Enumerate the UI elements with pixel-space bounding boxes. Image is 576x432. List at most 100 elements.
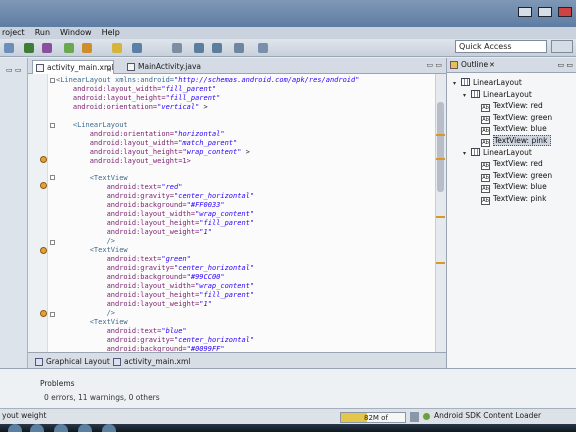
outline-item[interactable]: Ab TextView: pink (473, 135, 552, 147)
code-line[interactable]: android:background="#FF0033" (56, 201, 422, 210)
background-job[interactable]: Android SDK Content Loader (422, 411, 541, 420)
warning-marker[interactable] (436, 216, 445, 218)
warning-icon[interactable] (40, 182, 47, 189)
code-line[interactable] (56, 112, 422, 121)
taskbar-app-icon[interactable] (54, 424, 68, 432)
outline-item[interactable]: Ab TextView: blue (473, 181, 547, 194)
code-line[interactable]: android:orientation="vertical" > (56, 103, 422, 112)
code-line[interactable]: android:layout_width="match_parent" (56, 139, 422, 148)
code-line[interactable] (56, 166, 422, 175)
build-icon[interactable] (132, 43, 142, 53)
scrollbar-thumb[interactable] (437, 102, 444, 192)
android-icon[interactable] (64, 43, 74, 53)
warning-marker[interactable] (436, 158, 445, 160)
run-icon[interactable] (24, 43, 34, 53)
code-line[interactable]: android:background="#0099FF" (56, 345, 422, 352)
debug-icon[interactable] (42, 43, 52, 53)
close-tab-icon[interactable]: ✕ (489, 58, 495, 72)
warning-icon[interactable] (40, 156, 47, 163)
outline-item[interactable]: Ab TextView: green (473, 170, 552, 182)
code-line[interactable]: android:layout_height="wrap_content" > (56, 148, 422, 157)
code-line[interactable]: android:layout_width="wrap_content" (56, 282, 422, 291)
fold-icon[interactable] (50, 240, 55, 245)
code-line[interactable]: android:layout_height="fill_parent" (56, 291, 422, 300)
tab-problems[interactable]: Problems (40, 379, 75, 388)
expand-icon[interactable]: ▾ (463, 148, 471, 159)
code-line[interactable]: android:gravity="center_horizontal" (56, 264, 422, 273)
pin-icon[interactable] (258, 43, 268, 53)
code-line[interactable]: android:text="green" (56, 255, 422, 264)
outline-item[interactable]: Ab TextView: blue (473, 123, 547, 136)
outline-item[interactable]: Ab TextView: red (473, 100, 543, 113)
code-line[interactable]: android:layout_width="wrap_content" (56, 210, 422, 219)
xml-editor[interactable]: <LinearLayout xmlns:android="http://sche… (28, 74, 446, 352)
editor-window-controls[interactable]: ▭ ▭ (427, 61, 442, 69)
menu-window[interactable]: Window (60, 27, 92, 39)
expand-icon[interactable]: ▾ (453, 78, 461, 89)
fold-icon[interactable] (50, 78, 55, 83)
warning-icon[interactable] (40, 310, 47, 317)
code-line[interactable]: <LinearLayout xmlns:android="http://sche… (56, 76, 422, 85)
search-icon[interactable] (112, 43, 122, 53)
outline-item[interactable]: ▾ LinearLayout (463, 147, 532, 158)
memory-indicator[interactable]: 82M of 206M (340, 412, 406, 432)
code-line[interactable]: android:background="#99CC00" (56, 273, 422, 282)
code-line[interactable]: android:text="red" (56, 183, 422, 192)
warning-marker[interactable] (436, 262, 445, 264)
start-icon[interactable] (8, 424, 22, 432)
warning-icon[interactable] (40, 247, 47, 254)
code-line[interactable]: android:layout_weight="1" (56, 300, 422, 309)
maximize-icon[interactable] (538, 7, 552, 17)
quick-access-input[interactable]: Quick Access (455, 40, 547, 53)
minimize-icon[interactable] (518, 7, 532, 17)
menu-help[interactable]: Help (102, 27, 120, 39)
taskbar-app-icon[interactable] (30, 424, 44, 432)
forward-icon[interactable] (212, 43, 222, 53)
fold-icon[interactable] (50, 123, 55, 128)
outline-item[interactable]: Ab TextView: red (473, 158, 543, 171)
code-line[interactable]: /> (56, 237, 422, 246)
perspective-button[interactable] (551, 40, 573, 53)
new-icon[interactable] (4, 43, 14, 53)
editor-scrollbar[interactable] (435, 74, 446, 352)
view-controls[interactable]: ▭ ▭ (558, 58, 573, 72)
trash-icon[interactable] (410, 412, 419, 422)
code-line[interactable]: /> (56, 309, 422, 318)
outline-item[interactable]: Ab TextView: pink (473, 193, 546, 205)
code-line[interactable]: android:gravity="center_horizontal" (56, 192, 422, 201)
annotation-icon[interactable] (172, 43, 182, 53)
code-line[interactable]: android:gravity="center_horizontal" (56, 336, 422, 345)
code-line[interactable]: android:orientation="horizontal" (56, 130, 422, 139)
fold-icon[interactable] (50, 312, 55, 317)
warning-marker[interactable] (436, 134, 445, 136)
code-line[interactable]: android:layout_height="fill_parent" (56, 219, 422, 228)
code-text[interactable]: <LinearLayout xmlns:android="http://sche… (56, 76, 422, 352)
tab-mainactivity-java[interactable]: MainActivity.java (124, 60, 201, 74)
menu-project[interactable]: roject (2, 27, 25, 39)
menu-run[interactable]: Run (35, 27, 50, 39)
nav-next-icon[interactable] (234, 43, 244, 53)
tab-graphical-layout[interactable]: Graphical Layout (34, 356, 110, 367)
outline-item[interactable]: Ab TextView: green (473, 112, 552, 124)
expand-icon[interactable]: ▾ (463, 90, 471, 101)
code-line[interactable]: android:text="blue" (56, 327, 422, 336)
code-line[interactable]: <TextView (56, 174, 422, 183)
outline-header[interactable]: Outline ✕ ▭ ▭ (447, 58, 576, 73)
code-line[interactable]: <TextView (56, 246, 422, 255)
tab-xml-source[interactable]: activity_main.xml (112, 356, 190, 367)
outline-item[interactable]: ▾ LinearLayout (463, 89, 532, 100)
outline-item[interactable]: ▾ LinearLayout (453, 77, 522, 88)
close-icon[interactable] (558, 7, 572, 17)
open-type-icon[interactable] (82, 43, 92, 53)
taskbar-app-icon[interactable] (102, 424, 116, 432)
taskbar-app-icon[interactable] (78, 424, 92, 432)
code-line[interactable]: android:layout_weight="1" (56, 228, 422, 237)
restore-icon[interactable]: ▭ ▭ (6, 66, 21, 74)
code-line[interactable]: android:layout_width="fill_parent" (56, 85, 422, 94)
fold-icon[interactable] (50, 175, 55, 180)
tab-activity-main-xml[interactable]: activity_main.xml ✕ (32, 60, 114, 74)
code-line[interactable]: android:layout_weight=1> (56, 157, 422, 166)
code-line[interactable]: android:layout_height="fill_parent" (56, 94, 422, 103)
back-icon[interactable] (194, 43, 204, 53)
code-line[interactable]: <LinearLayout (56, 121, 422, 130)
